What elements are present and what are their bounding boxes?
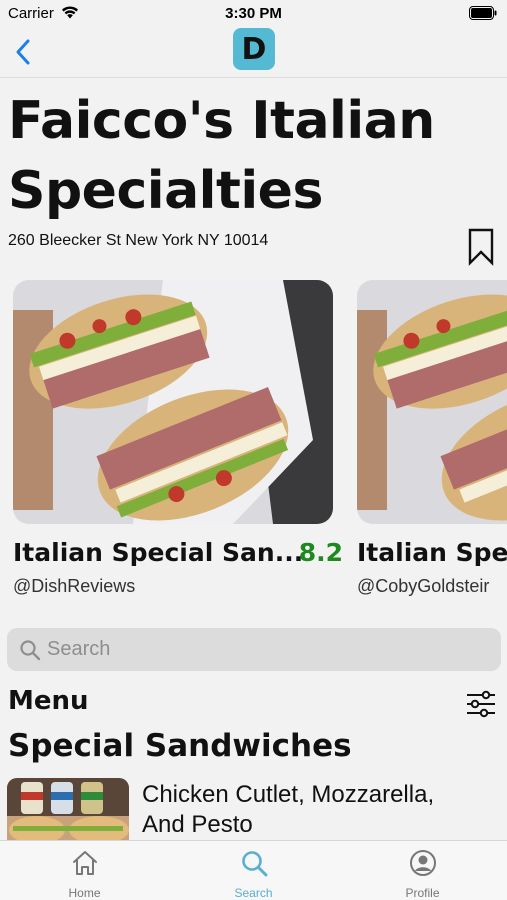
home-icon bbox=[73, 851, 97, 875]
review-author[interactable]: @CobyGoldsteir bbox=[357, 576, 507, 597]
review-title-row: Italian Special San... 8.2 bbox=[13, 538, 343, 574]
restaurant-name: Faicco's Italian Specialties bbox=[8, 91, 435, 221]
review-dish-name: Italian Spe bbox=[357, 538, 507, 567]
tab-profile-label: Profile bbox=[405, 886, 440, 900]
restaurant-screen: Carrier 3:30 PM D Faicco's Italian Speci… bbox=[0, 0, 507, 900]
tab-bar: Home Search Profile bbox=[0, 840, 507, 900]
sandwich-photo-image bbox=[13, 280, 333, 524]
search-input[interactable] bbox=[47, 628, 487, 671]
menu-item-name[interactable]: Chicken Cutlet, Mozzarella, And Pesto bbox=[142, 780, 472, 840]
tab-home-label: Home bbox=[68, 886, 101, 900]
filter-sliders-icon[interactable] bbox=[465, 689, 497, 719]
dish-photo[interactable] bbox=[13, 280, 333, 524]
review-dish-name: Italian Special San... bbox=[13, 538, 304, 567]
bookmark-icon[interactable] bbox=[467, 228, 495, 266]
app-logo-letter: D bbox=[241, 31, 267, 67]
menu-item-thumbnail[interactable] bbox=[7, 778, 129, 844]
tab-search[interactable]: Search bbox=[169, 841, 338, 900]
review-score: 8.2 bbox=[298, 538, 343, 567]
menu-heading: Menu bbox=[8, 686, 89, 716]
search-icon bbox=[242, 851, 268, 877]
chevron-left-icon[interactable] bbox=[12, 38, 36, 66]
search-icon bbox=[20, 640, 41, 661]
profile-icon bbox=[410, 850, 436, 876]
tab-search-label: Search bbox=[234, 886, 273, 900]
status-bar: Carrier 3:30 PM bbox=[0, 0, 507, 28]
navigation-bar: D bbox=[0, 28, 507, 78]
review-title-row: Italian Spe bbox=[357, 538, 507, 574]
search-bar[interactable] bbox=[7, 628, 501, 671]
status-time: 3:30 PM bbox=[225, 5, 282, 22]
review-card[interactable]: Italian Special San... 8.2 @DishReviews bbox=[13, 280, 343, 596]
review-author[interactable]: @DishReviews bbox=[13, 576, 135, 597]
tab-profile[interactable]: Profile bbox=[338, 841, 507, 900]
review-card[interactable]: Italian Spe @CobyGoldsteir bbox=[357, 280, 507, 600]
dish-photo[interactable] bbox=[357, 280, 507, 524]
app-logo: D bbox=[233, 28, 275, 70]
menu-section-title: Special Sandwiches bbox=[8, 728, 352, 764]
sandwich-photo-image bbox=[357, 280, 507, 524]
menu-item-image bbox=[7, 778, 129, 844]
restaurant-address: 260 Bleecker St New York NY 10014 bbox=[8, 232, 269, 249]
battery-icon bbox=[469, 6, 497, 20]
tab-home[interactable]: Home bbox=[0, 841, 169, 900]
